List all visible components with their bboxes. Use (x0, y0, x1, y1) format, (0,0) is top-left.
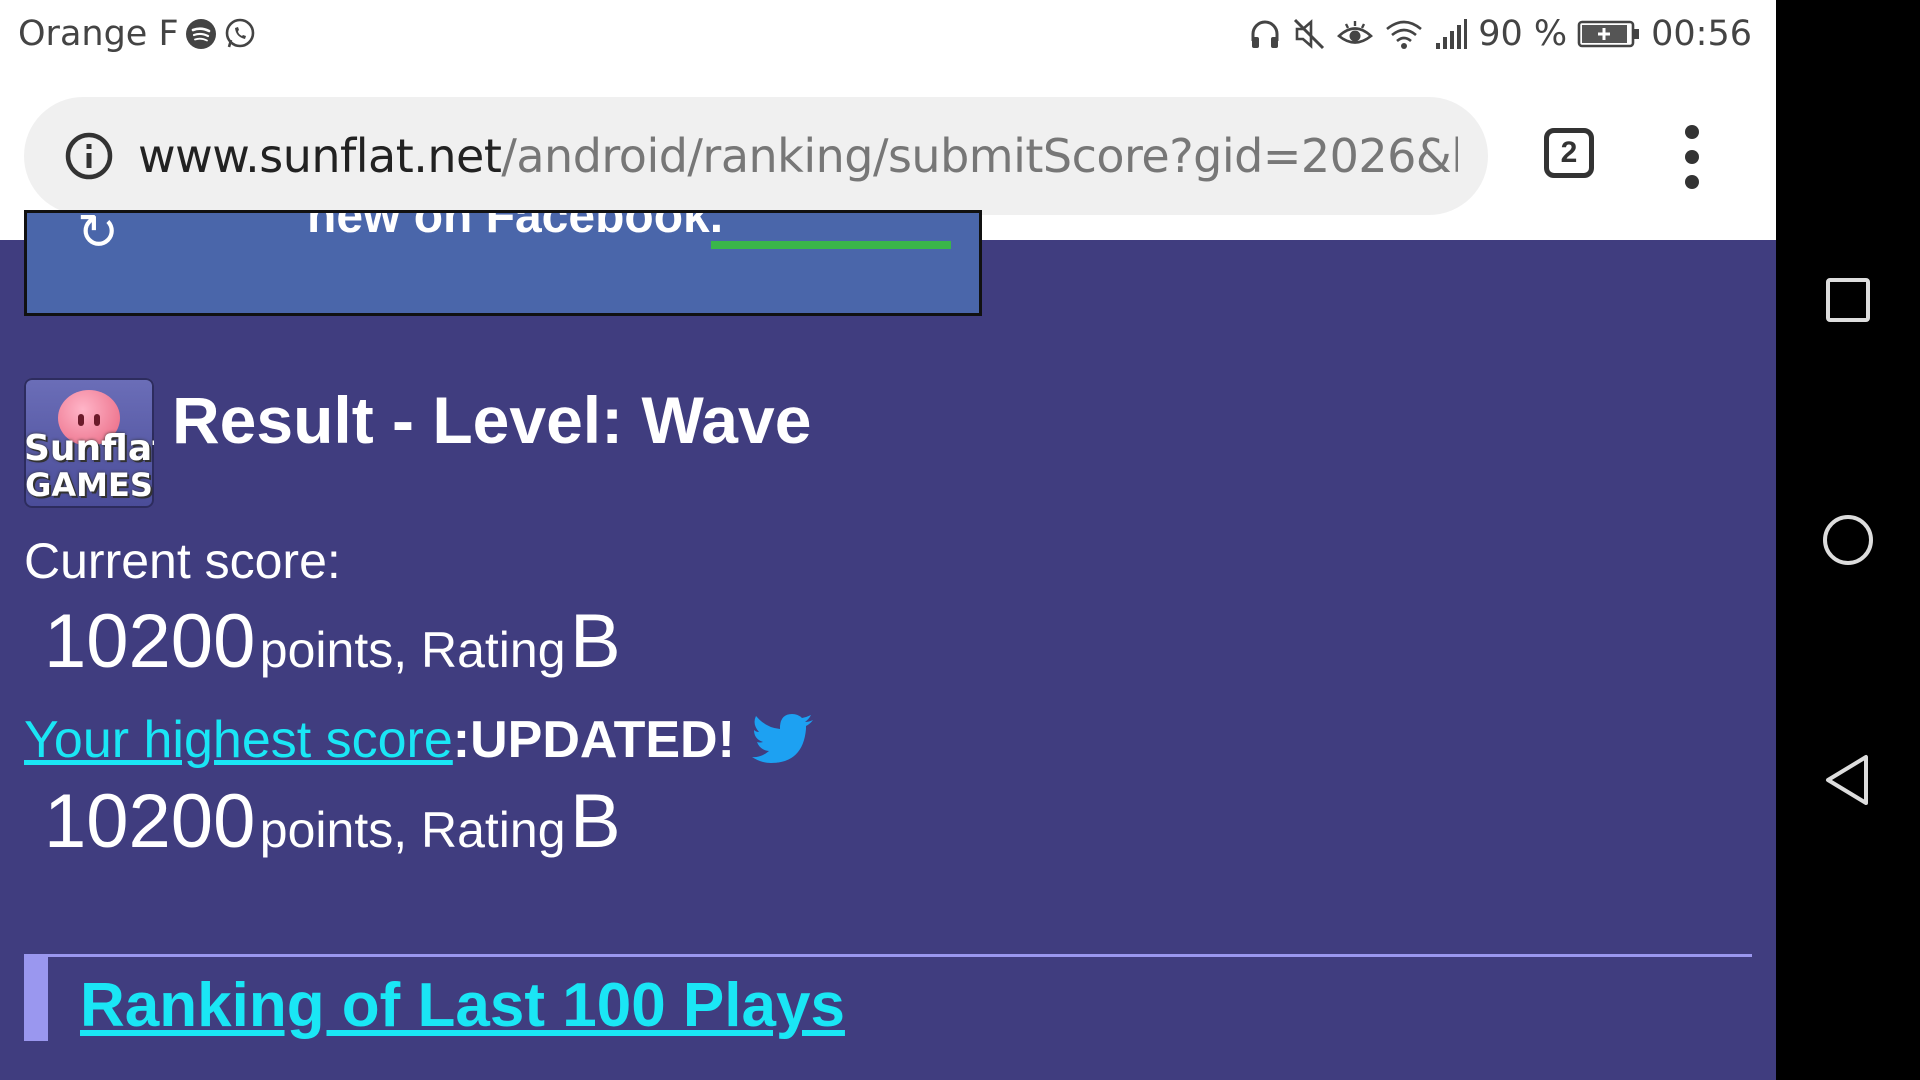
page-title: Result - Level: Wave (172, 383, 812, 457)
battery-percent: 90 % (1478, 14, 1568, 54)
eye-icon (1336, 17, 1374, 51)
url-text[interactable]: www.sunflat.net/android/ranking/submitSc… (138, 129, 1458, 183)
menu-dot-icon (1685, 125, 1699, 139)
menu-dot-icon (1685, 175, 1699, 189)
logo-line2: GAMES (25, 466, 153, 504)
highest-score-points: 10200 (44, 779, 256, 864)
status-left: Orange F (18, 14, 257, 54)
twitter-icon[interactable] (751, 713, 815, 767)
banner-text: new on Facebook. (307, 210, 724, 243)
wifi-icon (1384, 17, 1424, 51)
current-score-row: 10200 points, Rating B (44, 598, 621, 685)
battery-icon (1577, 19, 1641, 49)
highest-score-colon: : (452, 711, 471, 769)
recent-apps-icon[interactable] (1818, 270, 1878, 330)
tab-count: 2 (1560, 136, 1578, 169)
signal-icon (1434, 17, 1468, 51)
facebook-banner[interactable]: ↻ new on Facebook. (24, 210, 982, 316)
logo-eye (78, 414, 84, 426)
highest-score-header: Your highest score: UPDATED! (24, 710, 815, 770)
overflow-menu-button[interactable] (1680, 125, 1704, 189)
clock: 00:56 (1651, 14, 1752, 54)
whatsapp-icon (223, 17, 257, 51)
status-right: 90 % 00:56 (1248, 14, 1752, 54)
menu-dot-icon (1685, 150, 1699, 164)
highest-score-row: 10200 points, Rating B (44, 778, 621, 865)
logo-eye (94, 414, 100, 426)
android-nav-bar (1776, 0, 1920, 1080)
current-score-suffix: points, Rating (259, 622, 566, 678)
highest-score-suffix: points, Rating (259, 802, 566, 858)
spotify-icon (185, 18, 217, 50)
highest-score-rating: B (570, 779, 621, 864)
current-score-rating: B (570, 599, 621, 684)
back-icon[interactable] (1818, 750, 1878, 810)
url-domain: www.sunflat.net (138, 129, 502, 183)
updated-badge: UPDATED! (470, 711, 735, 769)
tab-switcher-button[interactable]: 2 (1544, 128, 1594, 178)
section-accent-bar (24, 957, 48, 1041)
home-icon[interactable] (1818, 510, 1878, 570)
section-divider (24, 954, 1752, 957)
url-bar[interactable]: www.sunflat.net/android/ranking/submitSc… (24, 97, 1488, 215)
highest-score-link[interactable]: Your highest score (24, 710, 453, 770)
carrier-name: Orange F (18, 14, 179, 54)
url-path: /android/ranking/submitScore?gid=2026&li… (501, 129, 1458, 183)
ranking-link[interactable]: Ranking of Last 100 Plays (80, 970, 845, 1041)
logo-line1: Sunflat (24, 428, 154, 469)
mute-icon (1292, 17, 1326, 51)
banner-green-button[interactable] (711, 241, 951, 249)
status-bar: Orange F 90 % 00:56 (0, 0, 1776, 75)
current-score-label: Current score: (24, 533, 341, 589)
phone-screen: Orange F 90 % 00:56 www.sunflat.net/andr… (0, 0, 1776, 1080)
banner-icon: ↻ (77, 210, 119, 260)
headphones-icon (1248, 17, 1282, 51)
sunflat-games-logo[interactable]: Sunflat GAMES (24, 378, 154, 508)
info-icon[interactable] (64, 131, 114, 181)
current-score-points: 10200 (44, 599, 256, 684)
